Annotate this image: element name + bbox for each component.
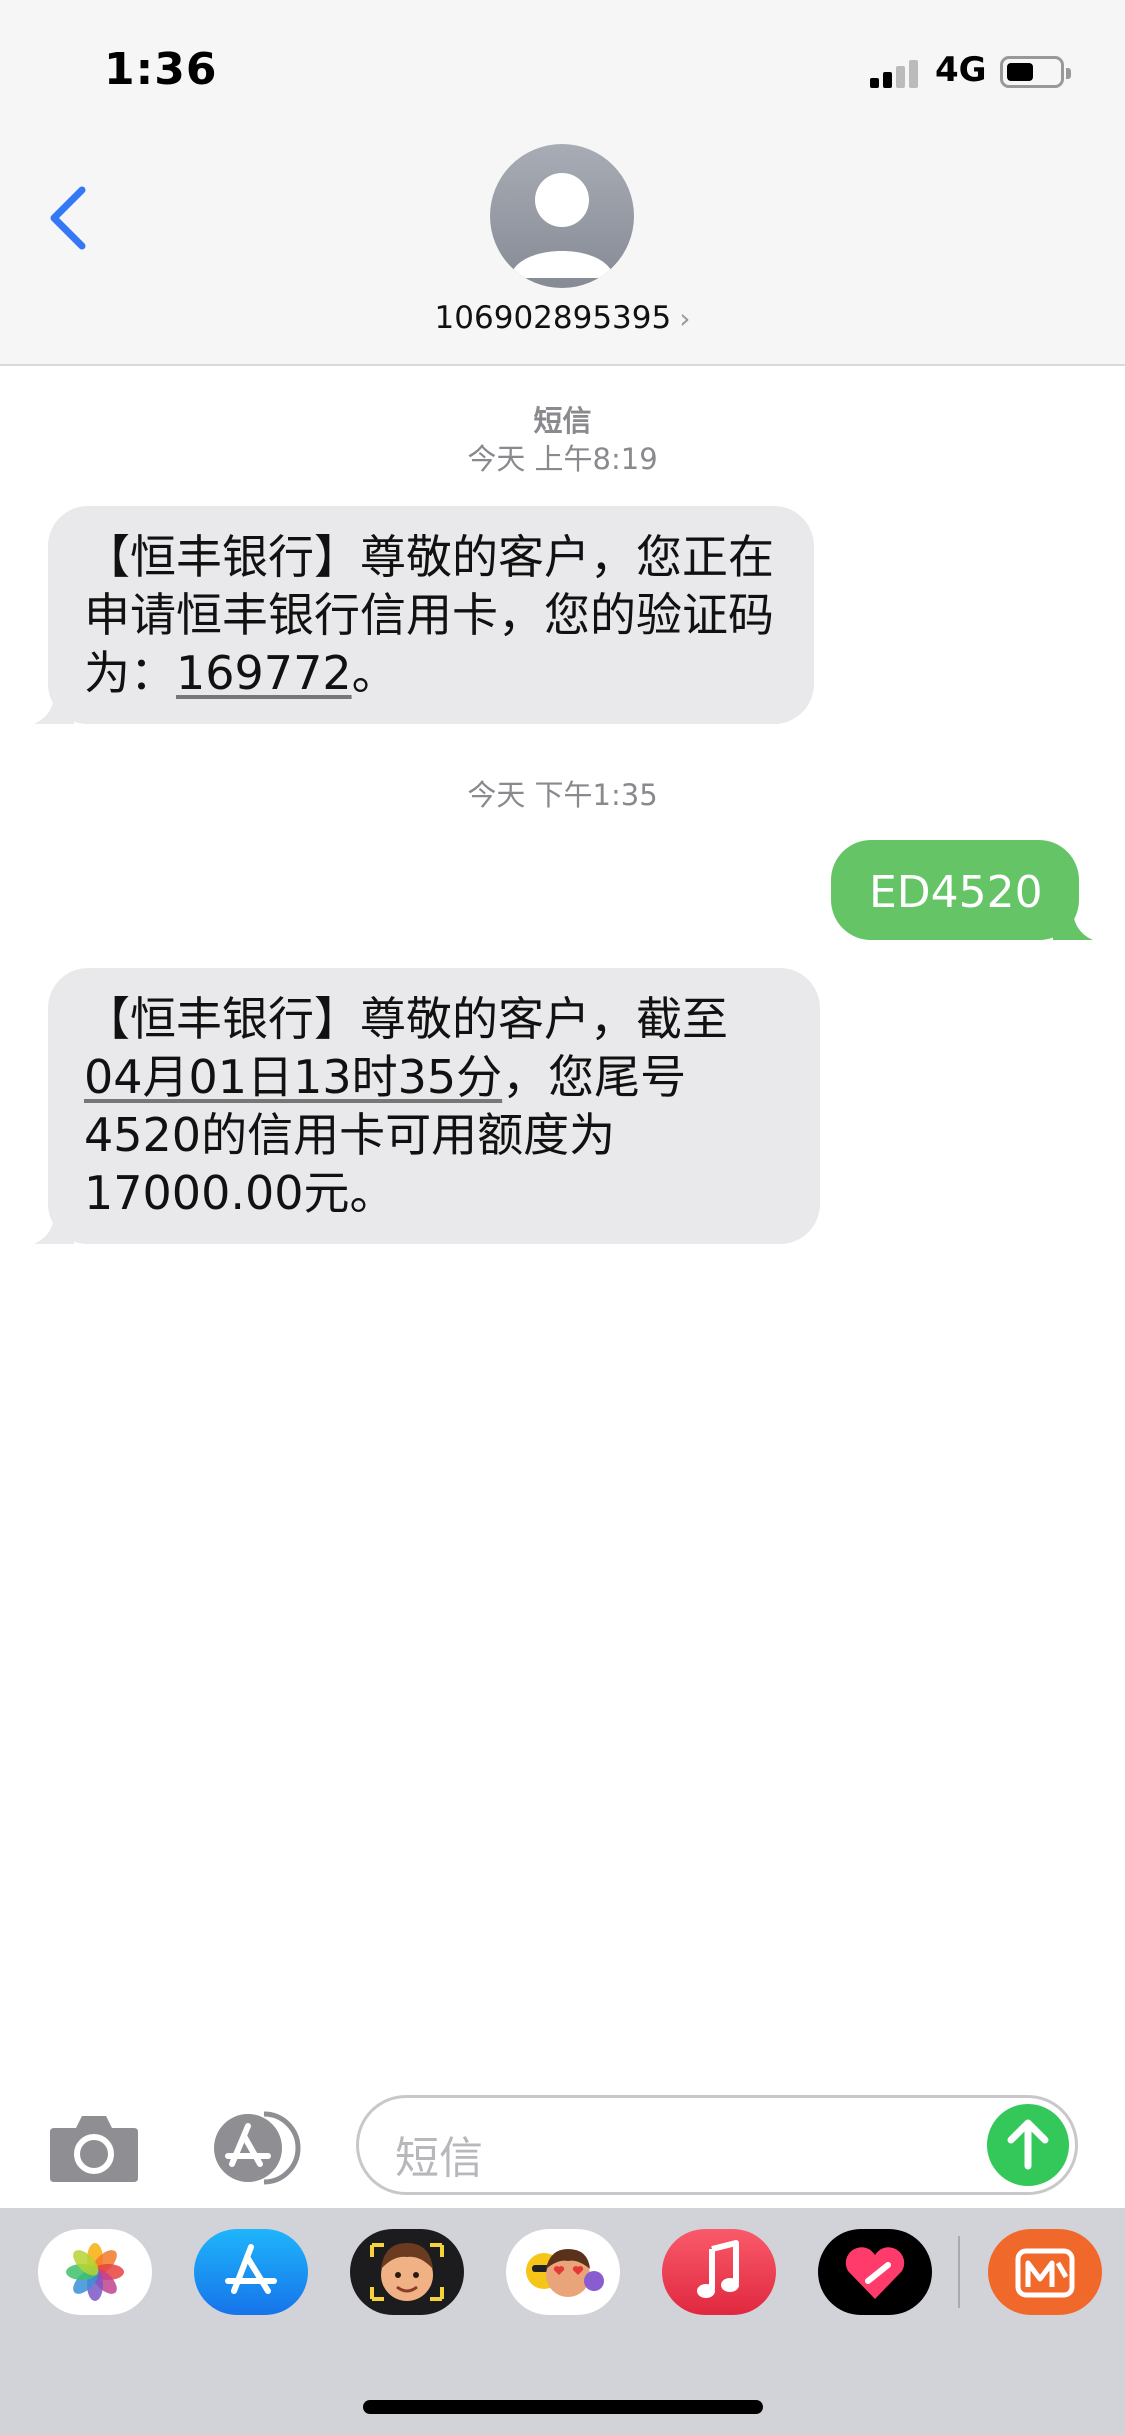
message-text: 【恒丰银行】尊敬的客户，截至: [84, 992, 728, 1046]
heart-icon: [845, 2247, 905, 2299]
camera-icon: [50, 2116, 138, 2182]
contact-number: 106902895395: [434, 300, 672, 336]
music-app[interactable]: [662, 2229, 776, 2315]
app-store-icon: [214, 2111, 301, 2185]
app-store-icon: [225, 2244, 277, 2294]
status-time: 1:36: [104, 44, 218, 95]
message-text: ED4520: [869, 867, 1043, 918]
emoji-stickers-icon: [526, 2249, 604, 2297]
signal-icon: [870, 58, 920, 88]
drawer-divider: [958, 2236, 960, 2308]
heart-app[interactable]: [818, 2229, 932, 2315]
date-link[interactable]: 04月01日13时35分: [84, 1050, 502, 1104]
conversation-header: 1:36 4G 106902895395 ›: [0, 0, 1125, 366]
input-placeholder: 短信: [395, 2133, 483, 2184]
timestamp-group-2: 今天 下午1:35: [0, 776, 1125, 814]
chevron-left-icon: [50, 186, 86, 250]
message-text: 4520的信用卡可用额度为: [84, 1108, 616, 1162]
service-label: 短信: [533, 404, 592, 438]
message-input[interactable]: 短信: [356, 2095, 1078, 2195]
apps-button[interactable]: [200, 2110, 310, 2186]
timestamp: 今天 上午8:19: [467, 442, 658, 476]
bubble-tail: [34, 1214, 74, 1244]
send-button[interactable]: [987, 2104, 1069, 2186]
animoji-stickers-app[interactable]: [506, 2229, 620, 2315]
timestamp: 今天 下午1:35: [467, 778, 658, 812]
camera-button[interactable]: [46, 2110, 142, 2186]
person-icon: [510, 173, 614, 278]
battery-icon: [1000, 56, 1071, 88]
photos-icon: [66, 2243, 124, 2301]
incoming-message[interactable]: 【恒丰银行】尊敬的客户，截至 04月01日13时35分，您尾号 4520的信用卡…: [34, 968, 820, 1244]
photos-app[interactable]: [38, 2229, 152, 2315]
app-store-app[interactable]: [194, 2229, 308, 2315]
message-text: 。: [351, 646, 398, 700]
bubble-tail: [34, 694, 74, 724]
music-note-icon: [697, 2240, 739, 2298]
memoji-icon: [370, 2243, 444, 2301]
arrow-up-icon: [1007, 2119, 1049, 2170]
network-type: 4G: [935, 50, 987, 90]
mango-tv-app[interactable]: [988, 2229, 1102, 2315]
incoming-message[interactable]: 【恒丰银行】尊敬的客户，您正在申请恒丰银行信用卡，您的验证码为：169772。: [34, 506, 814, 724]
bubble-tail: [1053, 910, 1093, 940]
memoji-app[interactable]: [350, 2229, 464, 2315]
verification-code-link[interactable]: 169772: [176, 646, 352, 700]
home-indicator[interactable]: [363, 2400, 763, 2414]
outgoing-message[interactable]: ED4520: [831, 840, 1093, 940]
message-text: 17000.00元。: [84, 1166, 396, 1220]
chevron-right-icon: ›: [679, 302, 691, 335]
mango-tv-icon: [1015, 2248, 1075, 2298]
app-drawer: [0, 2208, 1125, 2435]
timestamp-group-1: 短信 今天 上午8:19: [0, 402, 1125, 478]
contact-avatar[interactable]: [490, 144, 634, 288]
back-button[interactable]: [40, 180, 100, 256]
contact-number-link[interactable]: 106902895395 ›: [0, 300, 1125, 336]
message-text: ，您尾号: [502, 1050, 687, 1104]
